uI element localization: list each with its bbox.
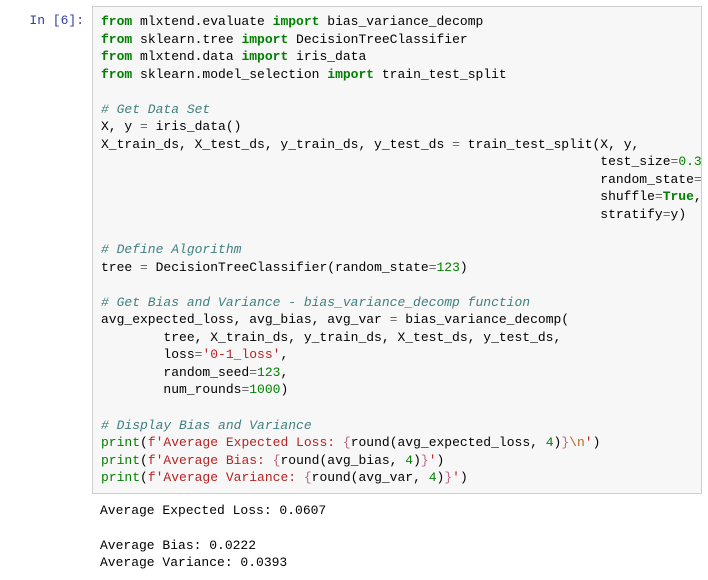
code-cell: In [6]: from mlxtend.evaluate import bia…	[6, 6, 702, 494]
input-prompt: In [6]:	[6, 6, 92, 30]
output-prompt-spacer	[6, 500, 92, 506]
code-input-area[interactable]: from mlxtend.evaluate import bias_varian…	[92, 6, 702, 494]
output-row: Average Expected Loss: 0.0607 Average Bi…	[6, 500, 702, 574]
stdout-output: Average Expected Loss: 0.0607 Average Bi…	[92, 500, 702, 574]
